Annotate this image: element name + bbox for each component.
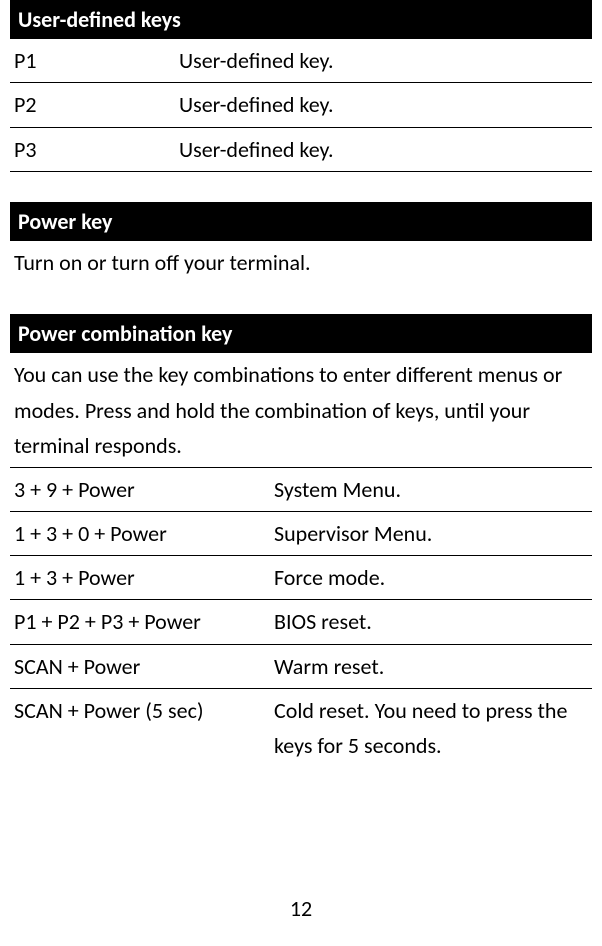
combo-keys: SCAN + Power [14,649,274,684]
key-description: User-defined key. [179,43,592,78]
table-row: 1 + 3 + Power Force mode. [10,556,592,600]
combo-description: Force mode. [274,560,592,595]
section-header-user-defined-keys: User-defined keys [10,0,592,39]
key-description: User-defined key. [179,132,592,167]
key-name: P1 [14,43,179,78]
table-row: SCAN + Power Warm reset. [10,645,592,689]
power-key-text: Turn on or turn off your terminal. [10,241,592,284]
table-row: SCAN + Power (5 sec) Cold reset. You nee… [10,689,592,767]
key-description: User-defined key. [179,87,592,122]
table-row: P1 User-defined key. [10,39,592,83]
table-row: 1 + 3 + 0 + Power Supervisor Menu. [10,512,592,556]
table-row: 3 + 9 + Power System Menu. [10,468,592,512]
power-combination-intro: You can use the key combinations to ente… [10,353,592,468]
key-name: P2 [14,87,179,122]
section-header-power-combination: Power combination key [10,314,592,353]
table-row: P2 User-defined key. [10,83,592,127]
combo-description: Cold reset. You need to press the keys f… [274,693,592,763]
section-header-power-key: Power key [10,202,592,241]
page-number: 12 [0,891,602,926]
combo-keys: 1 + 3 + Power [14,560,274,595]
combo-description: Warm reset. [274,649,592,684]
combo-description: BIOS reset. [274,604,592,639]
combo-description: Supervisor Menu. [274,516,592,551]
key-name: P3 [14,132,179,167]
combo-description: System Menu. [274,472,592,507]
combo-keys: 1 + 3 + 0 + Power [14,516,274,551]
combo-keys: 3 + 9 + Power [14,472,274,507]
combo-keys: P1 + P2 + P3 + Power [14,604,274,639]
table-row: P3 User-defined key. [10,128,592,172]
combo-keys: SCAN + Power (5 sec) [14,693,274,763]
table-row: P1 + P2 + P3 + Power BIOS reset. [10,600,592,644]
